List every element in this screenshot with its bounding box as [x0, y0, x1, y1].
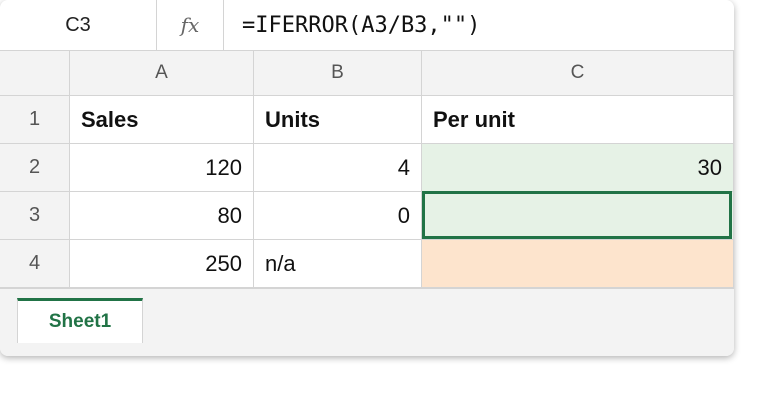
cell-b3[interactable]: 0 — [254, 192, 422, 240]
cell-c2[interactable]: 30 — [422, 144, 734, 192]
cell-b4[interactable]: n/a — [254, 240, 422, 288]
column-header-c[interactable]: C — [422, 51, 734, 96]
formula-bar: C3 fx =IFERROR(A3/B3,"") — [0, 0, 734, 51]
cell-c1[interactable]: Per unit — [422, 96, 734, 144]
row-header-1[interactable]: 1 — [0, 96, 70, 144]
cell-b1[interactable]: Units — [254, 96, 422, 144]
cell-b2[interactable]: 4 — [254, 144, 422, 192]
sheet-tab-bar: Sheet1 — [0, 288, 734, 356]
row-header-3[interactable]: 3 — [0, 192, 70, 240]
cell-a1[interactable]: Sales — [70, 96, 254, 144]
cell-a3[interactable]: 80 — [70, 192, 254, 240]
spreadsheet-window: C3 fx =IFERROR(A3/B3,"") A B C 1 Sales U… — [0, 0, 734, 356]
cell-c4[interactable] — [422, 240, 734, 288]
row-header-4[interactable]: 4 — [0, 240, 70, 288]
sheet-tab-sheet1[interactable]: Sheet1 — [17, 298, 143, 343]
row-header-2[interactable]: 2 — [0, 144, 70, 192]
cell-a2[interactable]: 120 — [70, 144, 254, 192]
formula-input[interactable]: =IFERROR(A3/B3,"") — [242, 0, 480, 50]
selected-cell-outline — [422, 191, 732, 239]
column-header-a[interactable]: A — [70, 51, 254, 96]
fx-icon[interactable]: fx — [157, 0, 224, 50]
select-all-corner[interactable] — [0, 51, 70, 96]
cell-a4[interactable]: 250 — [70, 240, 254, 288]
name-box[interactable]: C3 — [0, 0, 157, 50]
column-header-b[interactable]: B — [254, 51, 422, 96]
